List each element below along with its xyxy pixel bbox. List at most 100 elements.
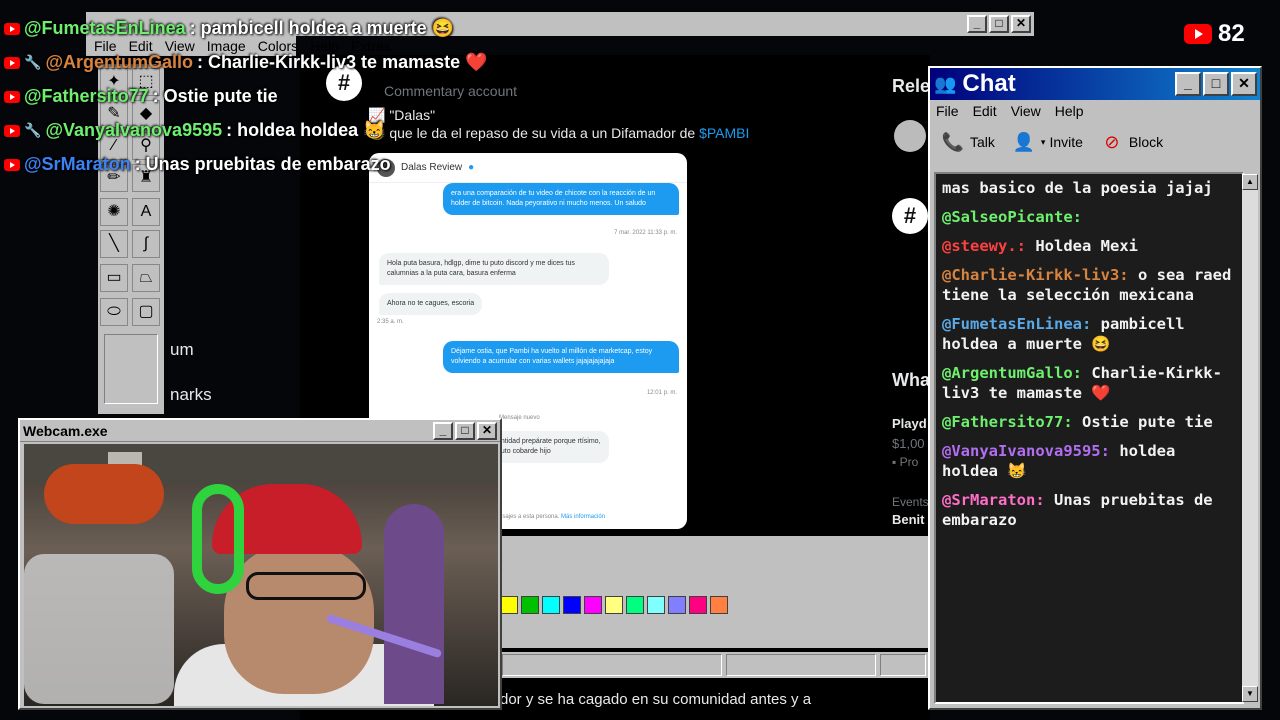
close-button[interactable]: ✕ [1011, 15, 1031, 33]
ellipse-icon[interactable]: ⬭ [100, 298, 128, 326]
youtube-icon [4, 90, 20, 103]
color-swatch[interactable] [542, 596, 560, 614]
close-button[interactable]: ✕ [1231, 72, 1257, 96]
webcam-window: Webcam.exe _ □ ✕ [18, 418, 502, 710]
viewer-count: 82 [1184, 20, 1245, 48]
color-swatch[interactable] [563, 596, 581, 614]
events-item[interactable]: Benit [892, 512, 925, 527]
dm-message: Ahora no te cagues, escoria [379, 293, 483, 315]
chat-message: @VanyaIvanova9595: holdea holdea 😸 [942, 441, 1236, 481]
verified-icon: ● [468, 162, 475, 173]
people-icon: 👥 [934, 73, 957, 94]
chat-message: @ArgentumGallo: Charlie-Kirkk-liv3 te ma… [942, 363, 1236, 403]
wrench-icon: 🔧 [24, 122, 42, 138]
flowers [44, 464, 164, 524]
scroll-down-icon[interactable]: ▼ [1242, 686, 1258, 702]
color-swatch[interactable] [584, 596, 602, 614]
sidebar-item[interactable]: um [170, 340, 194, 360]
youtube-icon [4, 22, 20, 35]
scrollbar[interactable]: ▲ ▼ [1242, 174, 1258, 702]
talk-icon: 📞 [941, 132, 965, 152]
invite-icon: 👤 [1012, 132, 1036, 152]
chat-message: @FumetasEnLinea: pambicell holdea a muer… [942, 314, 1236, 354]
chat-username: @ArgentumGallo: [942, 364, 1082, 382]
chat-text: mas basico de la poesia jajaj [942, 179, 1213, 197]
maximize-button[interactable]: □ [455, 421, 475, 440]
color-swatch[interactable] [689, 596, 707, 614]
chat-username: @steewy.: [942, 237, 1026, 255]
talk-button[interactable]: 📞 Talk [940, 131, 995, 153]
webcam-feed [24, 444, 498, 706]
chat-username: @VanyaIvanova9595: [942, 442, 1110, 460]
color-palette [500, 596, 728, 614]
airbrush-icon[interactable]: ✺ [100, 198, 128, 226]
avatar [894, 120, 926, 152]
events-label: Events [892, 495, 929, 509]
dm-time: 2:35 a. m. [377, 319, 404, 325]
dropdown-icon: ▾ [1040, 136, 1046, 147]
menu-view[interactable]: View [1011, 103, 1041, 119]
menu-help[interactable]: Help [1055, 103, 1084, 119]
overlay-text: : Ostie pute tie [152, 86, 278, 106]
color-swatch[interactable] [500, 596, 518, 614]
overlay-username: @Fathersito77 [24, 86, 149, 106]
overlay-username: @SrMaraton [24, 154, 131, 174]
rectangle-icon[interactable]: ▭ [100, 264, 128, 292]
minimize-button[interactable]: _ [967, 15, 987, 33]
stream-scene: # Commentary account 📈 "Dalas" 😸 que le … [0, 0, 1280, 720]
invite-button[interactable]: 👤 ▾ Invite [1011, 131, 1083, 153]
tool-options[interactable] [104, 334, 158, 404]
scroll-up-icon[interactable]: ▲ [1242, 174, 1258, 190]
color-swatch[interactable] [626, 596, 644, 614]
chat-text: Ostie pute tie [1082, 413, 1213, 431]
joker-figure [384, 504, 444, 704]
rounded-rect-icon[interactable]: ▢ [132, 298, 160, 326]
dm-header: Dalas Review ● [369, 153, 687, 183]
minimize-button[interactable]: _ [1175, 72, 1201, 96]
sidebar-item[interactable]: narks [170, 385, 212, 405]
overlay-message: 🔧 @VanyaIvanova9595: holdea holdea 😸 [4, 120, 386, 141]
trend-item: ▪ Pro [892, 455, 919, 469]
line-icon[interactable]: ╲ [100, 230, 128, 258]
text-icon[interactable]: A [132, 198, 160, 226]
close-button[interactable]: ✕ [477, 421, 497, 440]
youtube-icon [4, 158, 20, 171]
color-swatch[interactable] [521, 596, 539, 614]
new-message-label: Mensaje nuevo [499, 415, 540, 421]
chat-messages: mas basico de la poesia jajaj @SalseoPica… [934, 172, 1244, 704]
color-swatch[interactable] [605, 596, 623, 614]
chat-titlebar: 👥 Chat _ □ ✕ [930, 68, 1260, 100]
chat-window: 👥 Chat _ □ ✕ File Edit View Help 📞 Talk … [928, 66, 1262, 710]
chat-menubar: File Edit View Help [930, 100, 1260, 122]
paint-toolbox: ✦ ⬚ ✎ ◆ ⁄ ⚲ ✏ ♜ ✺ A ╲ ∫ ▭ ⏢ ⬭ ▢ [98, 64, 164, 414]
curve-icon[interactable]: ∫ [132, 230, 160, 258]
trend-item[interactable]: Playd [892, 416, 927, 431]
overlay-message: @Fathersito77: Ostie pute tie [4, 86, 278, 107]
menu-edit[interactable]: Edit [973, 103, 997, 119]
chat-toolbar: 📞 Talk 👤 ▾ Invite ⊘ Block [930, 122, 1260, 162]
color-swatch[interactable] [647, 596, 665, 614]
paint-status-bar [500, 652, 928, 678]
color-swatch[interactable] [710, 596, 728, 614]
maximize-button[interactable]: □ [989, 15, 1009, 33]
chat-username: @FumetasEnLinea: [942, 315, 1092, 333]
trend-item: $1,00 [892, 436, 925, 451]
polygon-icon[interactable]: ⏢ [132, 264, 160, 292]
overlay-text: : Unas pruebitas de embarazo [134, 154, 391, 174]
chat-username: @Fathersito77: [942, 413, 1073, 431]
ticker-link[interactable]: $PAMBI [699, 125, 749, 141]
glasses [246, 572, 366, 600]
youtube-icon [4, 124, 20, 137]
minimize-button[interactable]: _ [433, 421, 453, 440]
overlay-username: @VanyaIvanova9595 [45, 120, 223, 140]
maximize-button[interactable]: □ [1203, 72, 1229, 96]
chat-message: @Fathersito77: Ostie pute tie [942, 412, 1236, 432]
viewer-count-value: 82 [1218, 20, 1245, 47]
color-swatch[interactable] [668, 596, 686, 614]
dm-message: antidad prepárate porque rtísimo, puto c… [489, 431, 609, 463]
status-cell [726, 654, 876, 676]
menu-file[interactable]: File [936, 103, 959, 119]
block-button[interactable]: ⊘ Block [1099, 131, 1163, 153]
chat-message: mas basico de la poesia jajaj [942, 178, 1236, 198]
overlay-text: : Charlie-Kirkk-liv3 te mamaste ❤️ [197, 52, 488, 72]
